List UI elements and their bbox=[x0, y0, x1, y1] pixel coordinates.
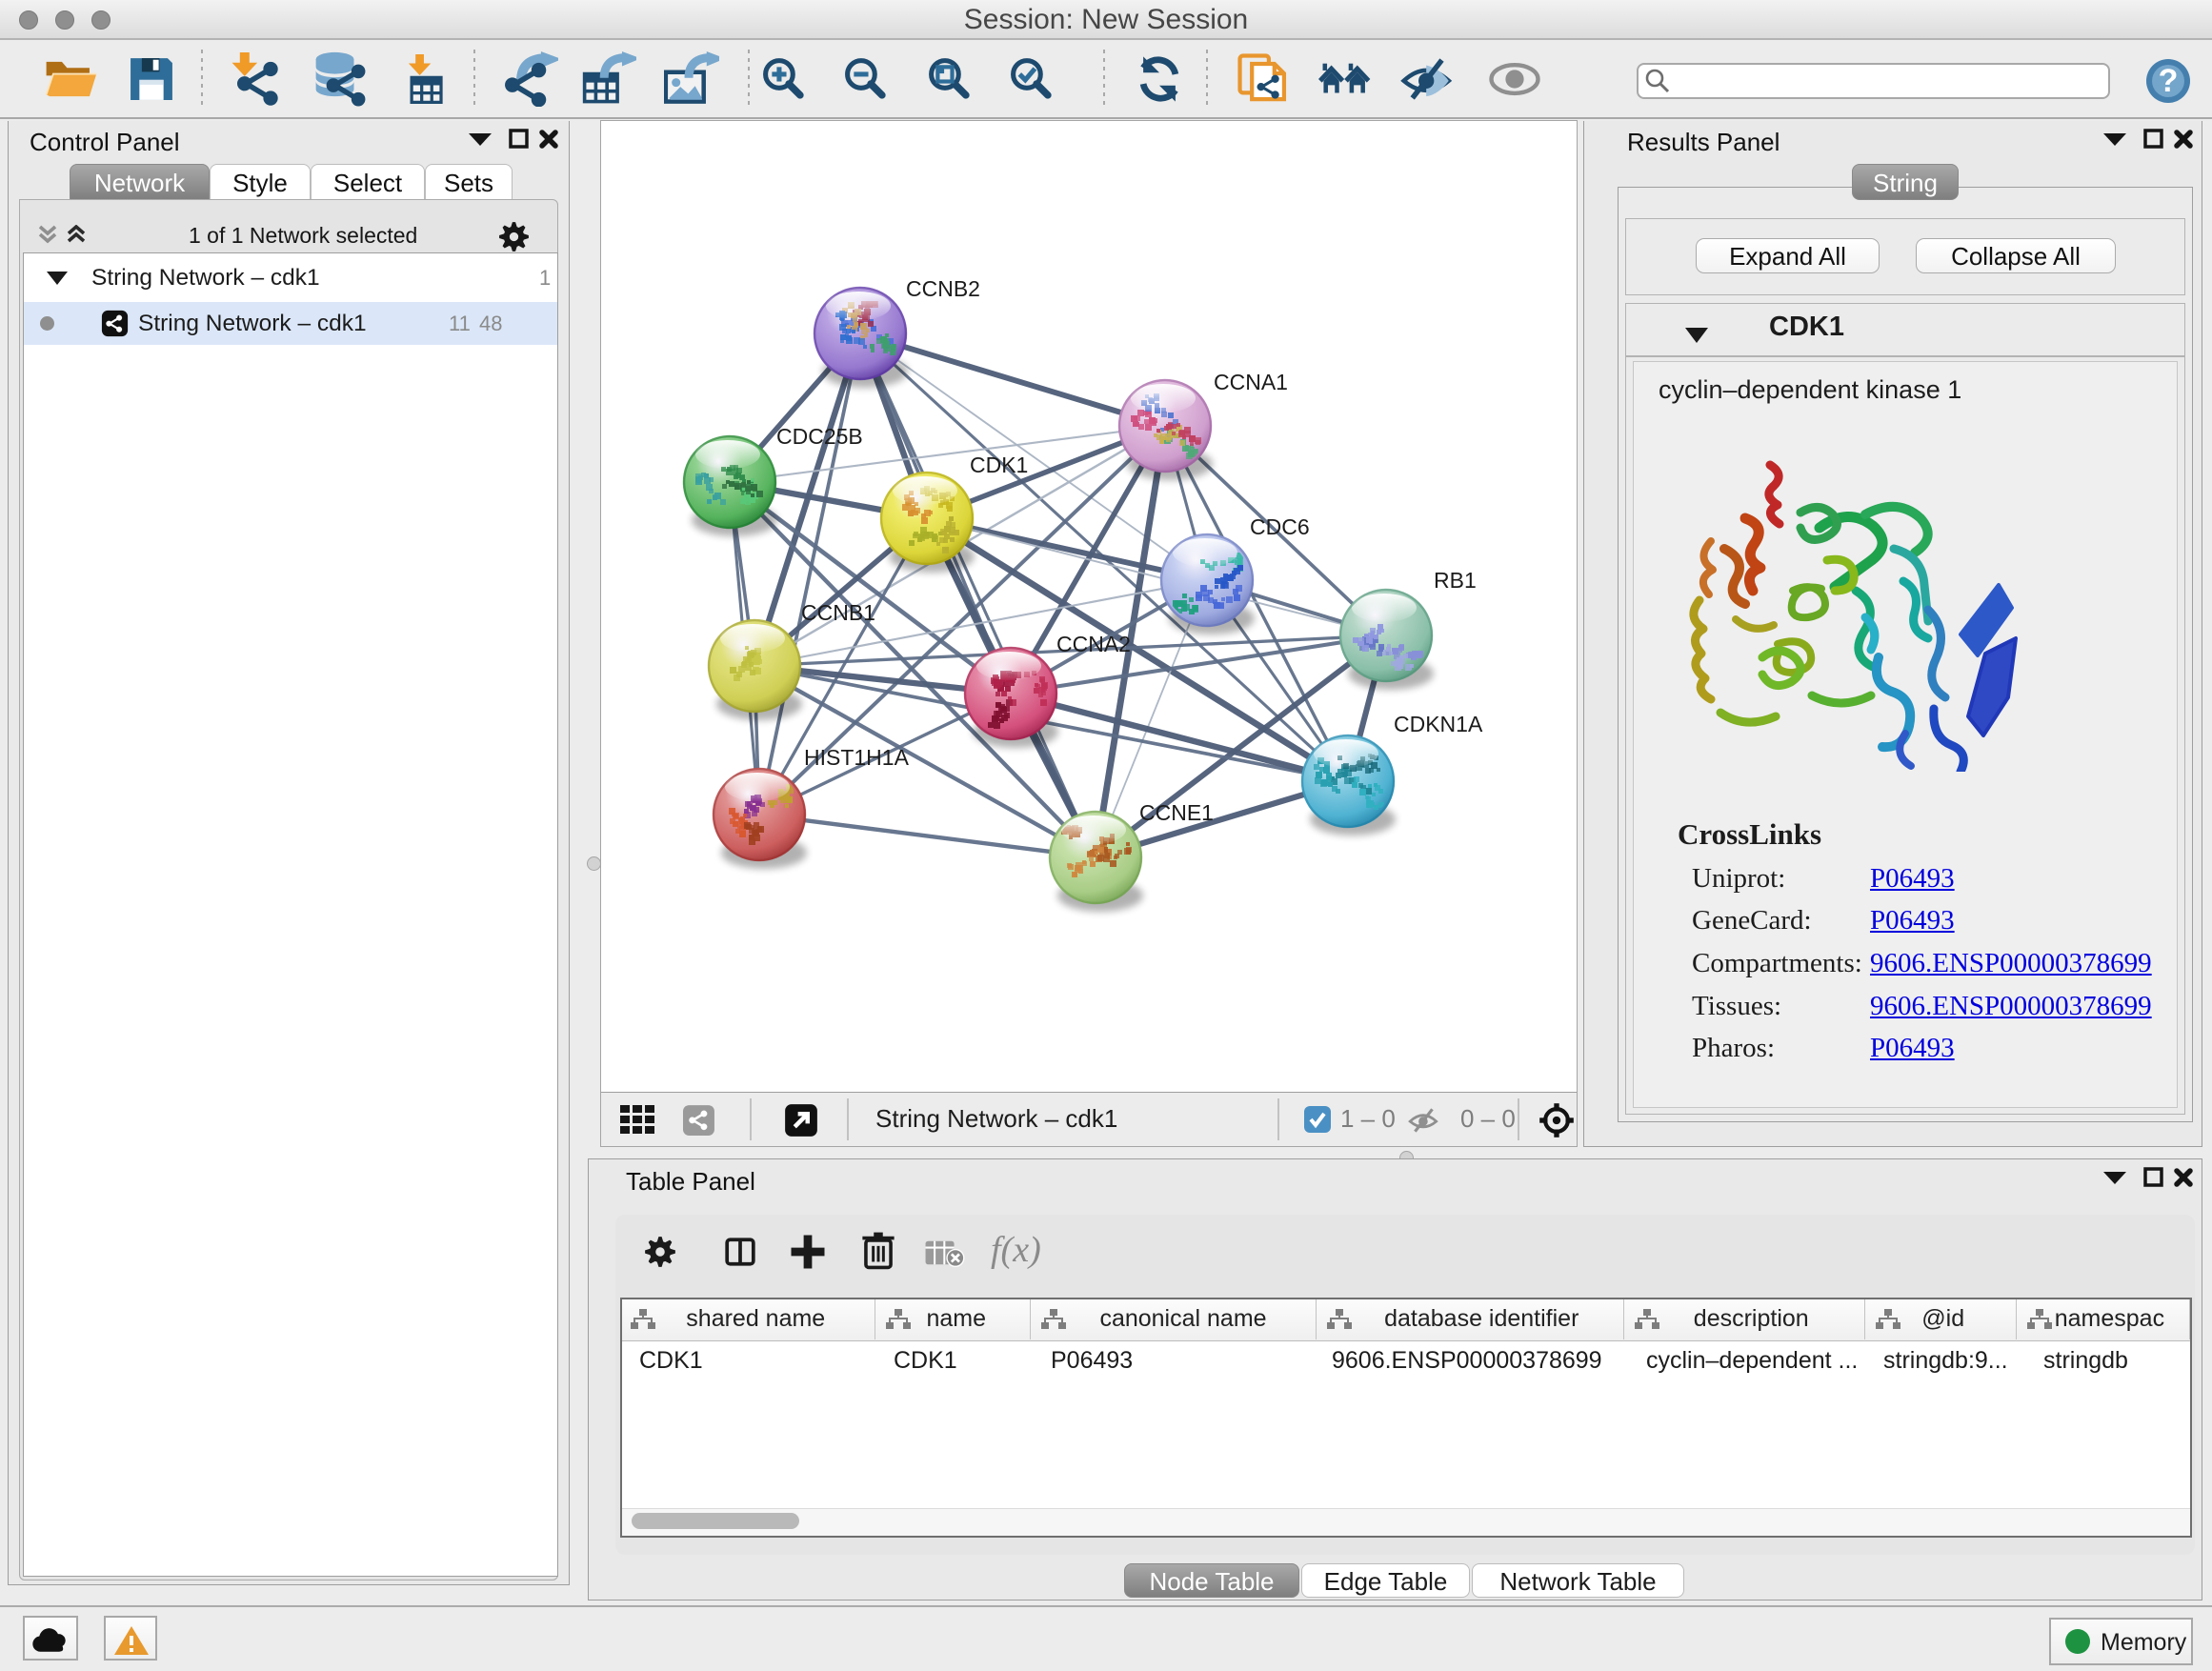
svg-text:CCNB1: CCNB1 bbox=[801, 600, 875, 625]
svg-text:CCNB2: CCNB2 bbox=[906, 276, 980, 301]
svg-text:CCNE1: CCNE1 bbox=[1139, 800, 1214, 825]
svg-text:RB1: RB1 bbox=[1434, 568, 1477, 593]
svg-text:CCNA2: CCNA2 bbox=[1056, 632, 1131, 656]
svg-text:CDKN1A: CDKN1A bbox=[1394, 712, 1483, 736]
svg-text:?: ? bbox=[2159, 63, 2179, 99]
svg-text:CDC25B: CDC25B bbox=[776, 424, 863, 449]
svg-text:CDK1: CDK1 bbox=[970, 453, 1028, 477]
svg-text:CCNA1: CCNA1 bbox=[1214, 370, 1288, 394]
svg-text:CDC6: CDC6 bbox=[1250, 514, 1310, 539]
svg-text:HIST1H1A: HIST1H1A bbox=[804, 745, 910, 770]
